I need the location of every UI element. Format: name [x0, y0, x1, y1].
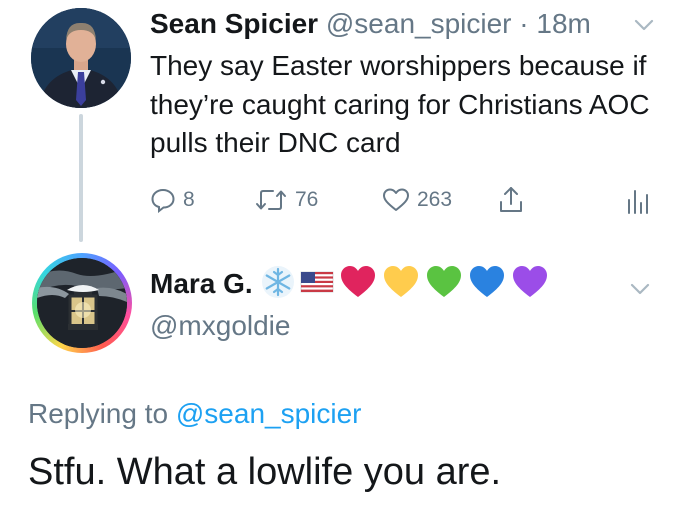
- author-avatar[interactable]: [31, 8, 131, 108]
- purple-heart-icon: [511, 264, 549, 305]
- tweet-actions-bar: 8 76 263: [150, 180, 670, 220]
- reply-tweet-text: Stfu. What a lowlife you are.: [28, 451, 502, 493]
- reply-icon: [151, 188, 175, 213]
- share-icon: [500, 187, 522, 212]
- green-heart-icon: [425, 264, 463, 305]
- reply-button[interactable]: 8: [150, 180, 195, 220]
- avatar-portrait-image: [31, 8, 131, 108]
- share-button[interactable]: [498, 180, 524, 220]
- replying-to-line: Replying to @sean_spicier: [28, 394, 362, 434]
- tweet-header: Sean Spicier @sean_spicier · 18m: [150, 4, 591, 44]
- retweet-button[interactable]: 76: [254, 180, 318, 220]
- reply-author-handle[interactable]: @mxgoldie: [150, 308, 290, 344]
- retweet-icon: [256, 190, 286, 210]
- us-flag-icon: [300, 269, 334, 300]
- author-name[interactable]: Sean Spicier: [150, 8, 318, 39]
- analytics-button[interactable]: [626, 180, 648, 220]
- tweet-timestamp[interactable]: 18m: [536, 8, 590, 39]
- reply-author-avatar[interactable]: [32, 253, 132, 353]
- tweet-menu-chevron-down-icon[interactable]: [634, 18, 654, 37]
- red-heart-icon: [339, 264, 377, 305]
- like-count: 263: [417, 188, 453, 211]
- reply-author-name-row: Mara G.: [150, 262, 554, 306]
- time-separator: ·: [519, 8, 529, 39]
- retweet-count: 76: [295, 188, 319, 211]
- reply-menu-chevron-down-icon[interactable]: [630, 282, 650, 301]
- reply-count: 8: [183, 188, 195, 211]
- avatar-lantern-image: [37, 258, 127, 348]
- reply-author-name[interactable]: Mara G.: [150, 268, 253, 300]
- replying-to-mention-link[interactable]: @sean_spicier: [176, 398, 362, 429]
- tweet-text: They say Easter worshippers because if t…: [150, 50, 650, 158]
- heart-outline-icon: [383, 188, 409, 211]
- analytics-bars-icon: [628, 190, 648, 214]
- like-button[interactable]: 263: [382, 180, 452, 220]
- blue-heart-icon: [468, 264, 506, 305]
- yellow-heart-icon: [382, 264, 420, 305]
- author-handle[interactable]: @sean_spicier: [326, 8, 512, 39]
- snowflake-icon: [261, 265, 295, 304]
- replying-to-prefix: Replying to: [28, 398, 169, 429]
- thread-connector-line: [79, 114, 83, 242]
